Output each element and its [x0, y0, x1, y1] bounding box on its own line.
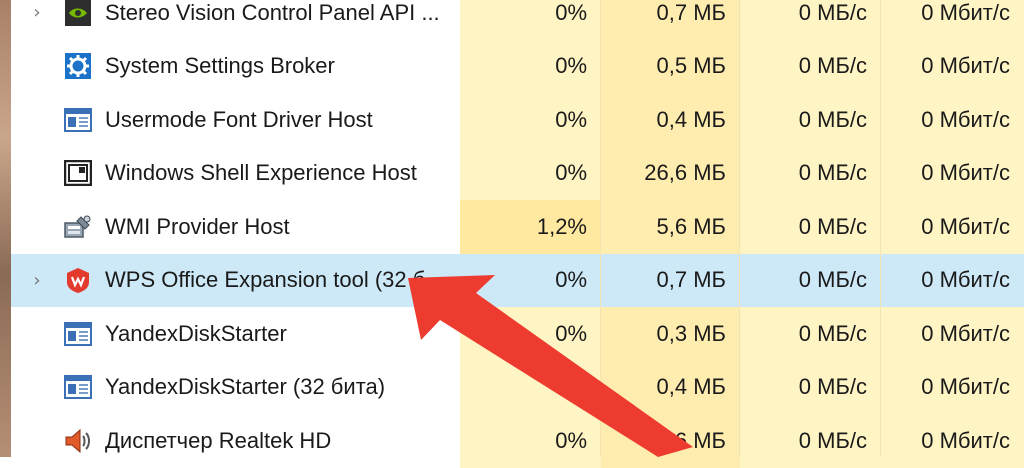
- cpu-value: 0%: [460, 39, 601, 93]
- network-value: 0 Мбит/с: [881, 93, 1024, 147]
- cpu-value: 0%: [460, 93, 601, 147]
- cpu-value: 0%: [460, 0, 601, 40]
- disk-value: 0 МБ/с: [740, 414, 881, 468]
- process-name: YandexDiskStarter (32 бита): [105, 374, 386, 400]
- table-row-selected[interactable]: › WPS Office Expansion tool (32 б... 0% …: [11, 253, 1024, 307]
- network-value: 0 Мбит/с: [881, 307, 1024, 361]
- table-row[interactable]: WMI Provider Host 1,2% 5,6 МБ 0 МБ/с 0 М…: [11, 200, 1024, 254]
- memory-value: 0,5 МБ: [601, 39, 740, 93]
- process-name: Диспетчер Realtek HD: [105, 427, 332, 453]
- process-name-cell: Windows Shell Experience Host: [11, 146, 460, 200]
- disk-value: 0 МБ/с: [740, 93, 881, 147]
- window-icon: [63, 105, 93, 135]
- process-name-cell: › Stereo Vision Control Panel API ...: [11, 0, 460, 40]
- disk-value: 0 МБ/с: [740, 146, 881, 200]
- process-name-cell: › WPS Office Expansion tool (32 б...: [11, 253, 460, 307]
- table-row[interactable]: Windows Shell Experience Host 0% 26,6 МБ…: [11, 146, 1024, 200]
- process-name: Usermode Font Driver Host: [105, 106, 373, 132]
- memory-value: 0,3 МБ: [601, 307, 740, 361]
- process-name: System Settings Broker: [105, 53, 335, 79]
- column-divider: [600, 0, 601, 457]
- cpu-value: 0%: [460, 146, 601, 200]
- table-row[interactable]: Диспетчер Realtek HD 0% 0,6 МБ 0 МБ/с 0 …: [11, 414, 1024, 468]
- table-row[interactable]: System Settings Broker 0% 0,5 МБ 0 МБ/с …: [11, 39, 1024, 93]
- network-value: 0 Мбит/с: [881, 146, 1024, 200]
- speaker-icon: [63, 426, 93, 456]
- process-name-cell: WMI Provider Host: [11, 200, 460, 254]
- window-icon: [63, 372, 93, 402]
- network-value: 0 Мбит/с: [881, 414, 1024, 468]
- network-value: 0 Мбит/с: [881, 39, 1024, 93]
- cpu-value: 1,2%: [460, 200, 601, 254]
- column-divider: [880, 0, 881, 457]
- shell-window-icon: [63, 158, 93, 188]
- cpu-value: 0%: [460, 360, 601, 414]
- process-name-cell: Диспетчер Realtek HD: [11, 414, 460, 468]
- expand-chevron-icon[interactable]: ›: [11, 2, 63, 23]
- memory-value: 26,6 МБ: [601, 146, 740, 200]
- memory-value: 0,4 МБ: [601, 93, 740, 147]
- column-divider: [739, 0, 740, 457]
- cpu-value: 0%: [460, 414, 601, 468]
- table-row[interactable]: › Stereo Vision Control Panel API ... 0%…: [11, 0, 1024, 40]
- disk-value: 0 МБ/с: [740, 307, 881, 361]
- disk-value: 0 МБ/с: [740, 253, 881, 307]
- disk-value: 0 МБ/с: [740, 200, 881, 254]
- cpu-value: 0%: [460, 307, 601, 361]
- window-icon: [63, 319, 93, 349]
- table-row[interactable]: Usermode Font Driver Host 0% 0,4 МБ 0 МБ…: [11, 93, 1024, 147]
- process-name-cell: YandexDiskStarter: [11, 307, 460, 361]
- network-value: 0 Мбит/с: [881, 253, 1024, 307]
- disk-value: 0 МБ/с: [740, 0, 881, 40]
- table-row[interactable]: YandexDiskStarter (32 бита) 0% 0,4 МБ 0 …: [11, 360, 1024, 414]
- process-name: WMI Provider Host: [105, 213, 290, 239]
- disk-value: 0 МБ/с: [740, 360, 881, 414]
- memory-value: 0,4 МБ: [601, 360, 740, 414]
- process-name: Windows Shell Experience Host: [105, 160, 417, 186]
- background-window-edge: [0, 0, 11, 457]
- memory-value: 0,7 МБ: [601, 253, 740, 307]
- process-name: Stereo Vision Control Panel API ...: [105, 0, 440, 25]
- expand-chevron-icon[interactable]: ›: [11, 270, 63, 291]
- table-row[interactable]: YandexDiskStarter 0% 0,3 МБ 0 МБ/с 0 Мби…: [11, 307, 1024, 361]
- process-name-cell: System Settings Broker: [11, 39, 460, 93]
- network-value: 0 Мбит/с: [881, 360, 1024, 414]
- process-name: WPS Office Expansion tool (32 б...: [105, 267, 444, 293]
- disk-value: 0 МБ/с: [740, 39, 881, 93]
- memory-value: 0,7 МБ: [601, 0, 740, 40]
- process-name-cell: YandexDiskStarter (32 бита): [11, 360, 460, 414]
- gear-icon: [63, 51, 93, 81]
- memory-value: 0,6 МБ: [601, 414, 740, 468]
- nvidia-icon: [63, 0, 93, 28]
- wps-icon: [63, 265, 93, 295]
- network-value: 0 Мбит/с: [881, 200, 1024, 254]
- memory-value: 5,6 МБ: [601, 200, 740, 254]
- wmi-icon: [63, 212, 93, 242]
- cpu-value: 0%: [460, 253, 601, 307]
- network-value: 0 Мбит/с: [881, 0, 1024, 40]
- process-name-cell: Usermode Font Driver Host: [11, 93, 460, 147]
- process-table: › Stereo Vision Control Panel API ... 0%…: [11, 0, 1024, 468]
- process-name: YandexDiskStarter: [105, 320, 287, 346]
